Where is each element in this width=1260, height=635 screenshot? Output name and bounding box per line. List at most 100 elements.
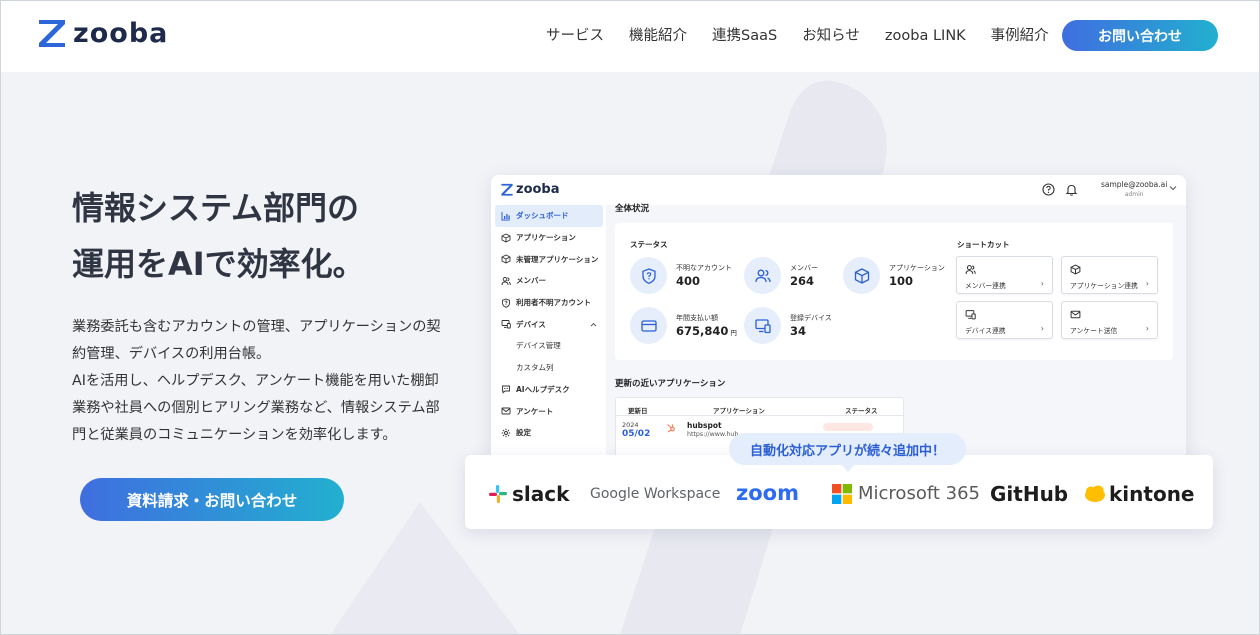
hero-description-line: 業務委託も含むアカウントの管理、アプリケーションの契 (72, 319, 441, 335)
cube-icon (1070, 264, 1081, 275)
stat-label: 不明なアカウント (676, 264, 732, 272)
chevron-right-icon: › (1145, 324, 1149, 333)
table-header: 更新日 (628, 407, 648, 415)
nav-features[interactable]: 機能紹介 (629, 26, 687, 46)
shortcut-label: メンバー連携 (965, 282, 1006, 290)
nav-case-studies[interactable]: 事例紹介 (991, 26, 1049, 46)
stat-registered-devices[interactable]: 登録デバイス 34 (744, 307, 832, 344)
chevron-up-icon[interactable] (590, 322, 597, 327)
stat-value: 400 (676, 274, 701, 288)
stat-label: 年間支払い額 (676, 314, 718, 322)
stat-annual-payment[interactable]: 年間支払い額 675,840 円 (630, 307, 737, 344)
shortcut-app-integration[interactable]: アプリケーション連携 › (1061, 256, 1158, 294)
cube-icon (501, 254, 511, 264)
stat-value: 100 (889, 274, 914, 288)
shortcut-label: デバイス連携 (965, 327, 1006, 335)
shortcut-device-integration[interactable]: デバイス連携 › (956, 301, 1053, 339)
request-materials-button[interactable]: 資料請求・お問い合わせ (80, 478, 344, 521)
help-icon[interactable] (1042, 183, 1055, 196)
hero-title: 情報システム部門の 運用をAIで効率化。 (72, 180, 365, 292)
shortcut-send-survey[interactable]: アンケート送信 › (1061, 301, 1158, 339)
nav-services[interactable]: サービス (546, 26, 604, 46)
cube-icon (501, 233, 511, 243)
sidebar-item-ai-helpdesk[interactable]: AIヘルプデスク (495, 379, 603, 401)
sidebar-item-dashboard[interactable]: ダッシュボード (495, 205, 603, 227)
sidebar-item-label: アプリケーション (516, 233, 576, 243)
contact-button[interactable]: お問い合わせ (1062, 20, 1218, 51)
hubspot-icon (667, 424, 675, 433)
chat-icon (502, 385, 510, 395)
github-logo: GitHub (990, 482, 1068, 506)
devices-icon (501, 320, 511, 329)
sidebar-item-label: 設定 (516, 428, 531, 438)
sidebar-item-survey[interactable]: アンケート (495, 400, 603, 422)
hero-title-line-1: 情報システム部門の (72, 189, 360, 227)
sidebar-item-device-management[interactable]: デバイス管理 (495, 335, 603, 357)
status-badge (823, 423, 873, 431)
google-workspace-logo: Google Workspace (590, 486, 720, 502)
user-menu[interactable]: sample@zooba.ai admin (1101, 180, 1167, 200)
sidebar-item-label: アンケート (516, 406, 554, 416)
nav-zooba-link[interactable]: zooba LINK (885, 26, 966, 46)
sidebar-item-label: 利用者不明アカウント (516, 298, 591, 308)
kintone-icon (1085, 485, 1105, 502)
users-icon (501, 276, 511, 285)
overview-title: 全体状況 (615, 204, 650, 214)
shortcut-label: アンケート送信 (1070, 327, 1118, 335)
shortcut-member-integration[interactable]: メンバー連携 › (956, 256, 1053, 294)
shortcut-label: アプリケーション連携 (1070, 282, 1138, 290)
microsoft-365-logo-text: Microsoft 365 (858, 483, 980, 504)
sidebar-item-settings[interactable]: 設定 (495, 422, 603, 444)
shield-icon (502, 298, 510, 308)
sidebar-item-label: メンバー (516, 276, 546, 286)
sidebar-item-custom-columns[interactable]: カスタム列 (495, 357, 603, 379)
shield-question-icon (641, 267, 656, 284)
app-logo: zooba (500, 183, 560, 196)
row-app-url: https://www.hub (687, 431, 739, 438)
stat-value: 675,840 (676, 324, 729, 338)
site-header: zooba サービス 機能紹介 連携SaaS お知らせ zooba LINK 事… (0, 0, 1260, 72)
shortcut-label: ショートカット (957, 240, 1010, 249)
status-label: ステータス (630, 240, 668, 249)
stat-applications[interactable]: アプリケーション 100 (843, 257, 945, 294)
chevron-down-icon[interactable] (1169, 185, 1177, 191)
sidebar-item-unknown-accounts[interactable]: 利用者不明アカウント (495, 292, 603, 314)
gear-icon (501, 428, 511, 437)
sidebar-item-label: ダッシュボード (516, 211, 569, 221)
main-nav: サービス 機能紹介 連携SaaS お知らせ zooba LINK 事例紹介 (546, 26, 1074, 46)
mail-icon (501, 407, 511, 415)
zooba-logo-icon (39, 20, 65, 47)
app-topbar-icons (1042, 183, 1078, 196)
bell-icon[interactable] (1065, 183, 1078, 196)
users-icon (754, 269, 771, 282)
chevron-right-icon: › (1040, 279, 1044, 288)
site-logo[interactable]: zooba (36, 18, 168, 48)
zoom-logo: zoom (736, 481, 799, 505)
slack-logo: slack (488, 482, 569, 506)
devices-icon (754, 318, 771, 333)
sidebar-item-unmanaged-apps[interactable]: 未管理アプリケーション (495, 248, 603, 270)
user-role: admin (1124, 191, 1144, 198)
nav-news[interactable]: お知らせ (802, 26, 860, 46)
slack-logo-text: slack (512, 482, 570, 506)
github-logo-text: GitHub (990, 482, 1069, 506)
row-date: 05/02 (622, 429, 651, 439)
recent-apps-title: 更新の近いアプリケーション (615, 379, 726, 389)
stat-label: メンバー (790, 264, 818, 272)
sidebar-item-members[interactable]: メンバー (495, 270, 603, 292)
app-screenshot: zooba sample@zooba.ai admin ダッシュボード アプリケ… (491, 175, 1186, 465)
sidebar-item-label: 未管理アプリケーション (516, 254, 599, 264)
row-app-name[interactable]: hubspot (687, 421, 722, 430)
chevron-right-icon: › (1040, 324, 1044, 333)
sidebar-item-applications[interactable]: アプリケーション (495, 227, 603, 249)
sidebar-item-label: デバイス管理 (516, 341, 561, 351)
nav-integrations[interactable]: 連携SaaS (712, 26, 777, 46)
bubble-tail (841, 464, 855, 472)
stat-members[interactable]: メンバー 264 (744, 257, 818, 294)
logo-text: zooba (73, 17, 169, 49)
stat-unit: 円 (730, 329, 737, 337)
stat-value: 264 (790, 274, 815, 288)
stat-unknown-accounts[interactable]: 不明なアカウント 400 (630, 257, 732, 294)
sidebar-item-devices[interactable]: デバイス (495, 313, 603, 335)
sidebar-item-label: デバイス (516, 319, 546, 329)
